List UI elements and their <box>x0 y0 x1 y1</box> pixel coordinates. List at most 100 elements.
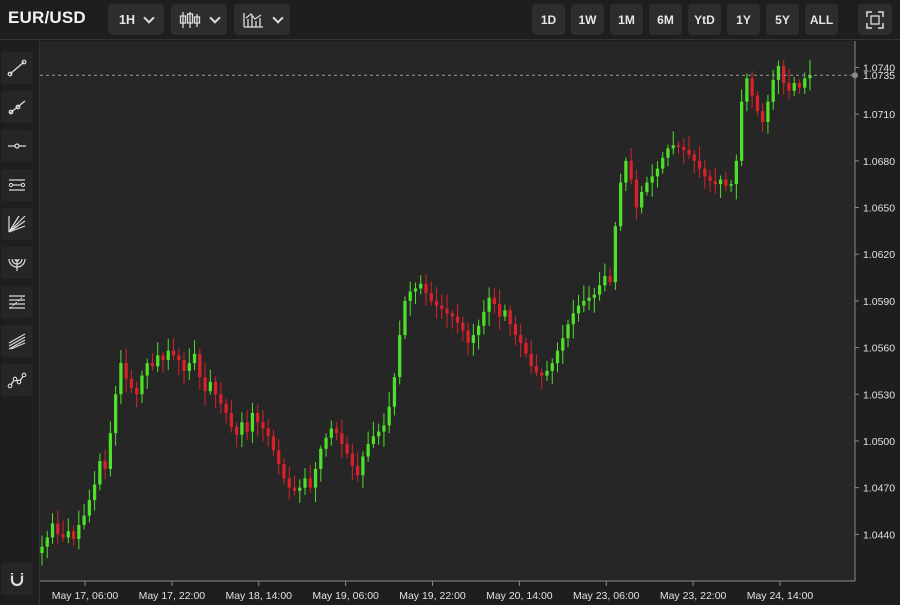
symbol-label: EUR/USD <box>8 8 86 27</box>
pitchfork-tool[interactable] <box>1 325 33 357</box>
x-tick-label: May 17, 22:00 <box>139 590 206 602</box>
y-axis: 1.07401.07101.06801.06501.06201.05901.05… <box>855 62 895 541</box>
candle-body <box>187 363 191 371</box>
horizontal-line-tool[interactable] <box>1 130 33 162</box>
candle-body <box>524 342 528 354</box>
candle-body <box>587 297 591 301</box>
candle-body <box>582 300 586 306</box>
candle-body <box>492 297 497 304</box>
fullscreen-button[interactable] <box>858 4 892 35</box>
candle-body <box>240 422 244 435</box>
candle-body <box>387 406 391 426</box>
fib-arc-tool[interactable] <box>1 247 33 279</box>
candle-body <box>319 448 323 469</box>
candle-body <box>513 324 518 336</box>
candle-body <box>366 444 370 457</box>
candle-body <box>266 428 270 437</box>
magnet-icon <box>10 573 24 587</box>
candle-body <box>703 168 707 177</box>
fib-arc-icon <box>8 258 26 271</box>
candle-body <box>450 313 454 317</box>
candle-body <box>355 465 360 476</box>
candle-body <box>245 422 249 432</box>
candle-body <box>471 335 475 343</box>
range-ytd-button[interactable]: YtD <box>688 4 721 35</box>
candle-body <box>613 226 618 283</box>
x-tick-label: May 20, 14:00 <box>486 590 553 602</box>
candle-body <box>350 453 354 466</box>
candle-body <box>277 450 281 465</box>
candle-body <box>61 534 65 538</box>
top-toolbar: EUR/USD 1H 1D 1W 1M 6M YtD 1Y 5Y ALL <box>0 0 900 40</box>
candle-body <box>661 157 665 169</box>
candle-body <box>282 464 286 479</box>
candle-body <box>745 78 749 102</box>
candle-body <box>292 487 297 491</box>
candle-body <box>77 524 81 539</box>
y-tick-label: 1.0710 <box>863 109 895 121</box>
candle-body <box>503 310 507 317</box>
candle-body <box>713 181 717 185</box>
y-tick-label: 1.0500 <box>863 436 895 448</box>
candle-body <box>498 303 502 317</box>
range-1m-button[interactable]: 1M <box>610 4 643 35</box>
candle-body <box>618 182 623 227</box>
candle-body <box>561 338 565 351</box>
candle-body <box>729 184 733 186</box>
candle-body <box>361 456 365 476</box>
candle-body <box>529 353 533 367</box>
candle-body <box>403 300 407 336</box>
candle-body <box>624 160 628 183</box>
path-tool[interactable] <box>1 364 33 396</box>
ray-tool[interactable] <box>1 91 33 123</box>
range-all-button[interactable]: ALL <box>805 4 838 35</box>
y-tick-label: 1.0440 <box>863 529 895 541</box>
chevron-down-icon <box>272 11 284 24</box>
interval-label: 1H <box>119 12 135 27</box>
candle-body <box>198 353 202 378</box>
candle-body <box>424 283 428 294</box>
range-5y-button[interactable]: 5Y <box>766 4 799 35</box>
candle-body <box>50 523 55 538</box>
pitchfork-icon <box>8 333 26 350</box>
range-1d-button[interactable]: 1D <box>532 4 565 35</box>
candle-body <box>313 468 318 488</box>
candle-body <box>66 531 70 538</box>
parallel-channel-tool[interactable] <box>1 169 33 201</box>
candle-body <box>576 305 581 314</box>
candle-body <box>298 487 302 491</box>
price-chart[interactable]: 1.0740 1.0710 1.0680 1.0650 1.0620 1.0590 1.05… <box>40 41 900 605</box>
candle-body <box>771 79 775 102</box>
candle-body <box>718 179 723 185</box>
interval-select[interactable]: 1H <box>108 4 164 35</box>
y-tick-label: 1.0620 <box>863 249 895 261</box>
trend-line-tool[interactable] <box>1 52 33 84</box>
candle-body <box>203 377 207 392</box>
candle-body <box>545 370 549 376</box>
range-1w-button[interactable]: 1W <box>571 4 604 35</box>
candle-body <box>687 149 691 155</box>
candle-body <box>476 325 481 336</box>
indicators-select[interactable] <box>234 4 290 35</box>
candle-body <box>739 101 744 161</box>
chart-type-select[interactable] <box>171 4 227 35</box>
y-tick-label: 1.0560 <box>863 343 895 355</box>
range-6m-button[interactable]: 6M <box>649 4 682 35</box>
candle-body <box>398 335 402 378</box>
y-tick-label: 1.0650 <box>863 203 895 215</box>
candle-body <box>140 375 144 395</box>
candlestick-chart[interactable]: 1.07401.07101.06801.06501.06201.05901.05… <box>40 41 900 605</box>
candle-body <box>166 350 170 361</box>
candle-body <box>156 355 160 367</box>
candle-body <box>634 179 639 208</box>
fib-retracement-tool[interactable] <box>1 286 33 318</box>
candle-body <box>192 353 197 364</box>
candle-body <box>776 65 781 80</box>
magnet-tool[interactable] <box>1 563 33 595</box>
drawing-toolbar <box>0 41 40 605</box>
fib-fan-tool[interactable] <box>1 208 33 240</box>
range-1y-button[interactable]: 1Y <box>727 4 760 35</box>
fib-retracement-icon <box>9 295 25 309</box>
candle-body <box>592 294 596 298</box>
candle-body <box>229 412 234 427</box>
